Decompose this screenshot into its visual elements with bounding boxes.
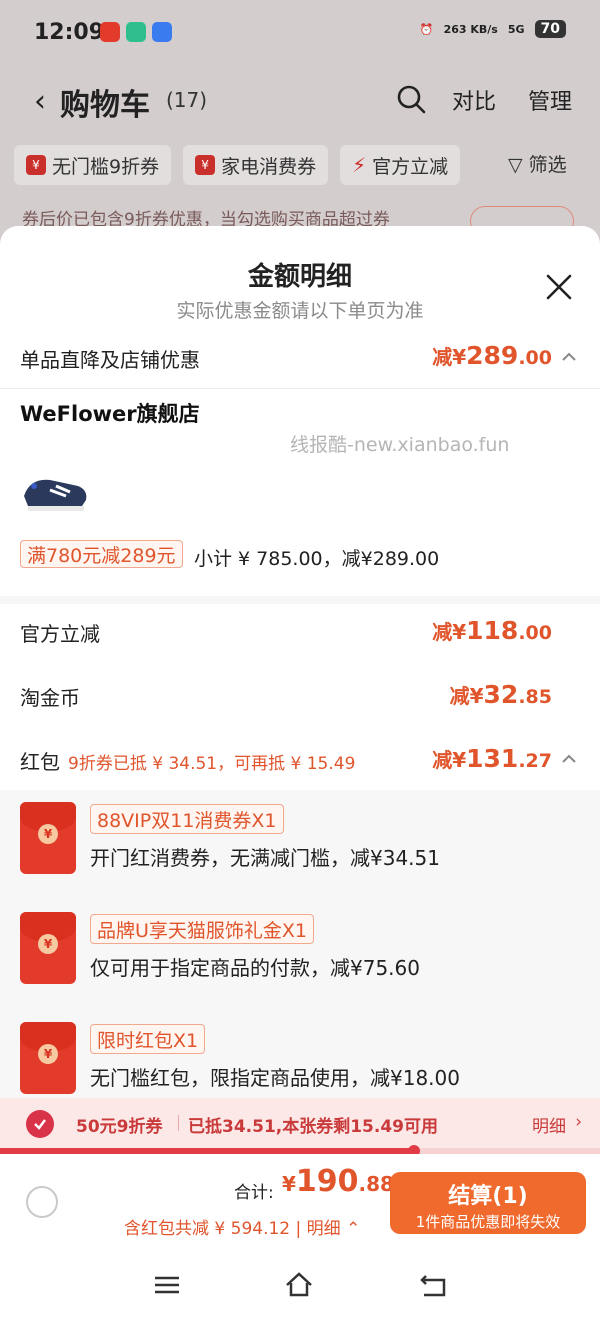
shield-app-icon [126, 22, 146, 42]
coupon-desc: 开门红消费券，无满减门槛，减¥34.51 [90, 846, 440, 870]
chevron-up-icon: ⌃ [346, 1219, 361, 1239]
chevron-right-icon: › [575, 1112, 582, 1132]
official-discount-label: 官方立减 [20, 622, 100, 646]
voucher-info: 已抵34.51,本张券剩15.49可用 [188, 1117, 439, 1137]
menu-icon[interactable] [152, 1270, 182, 1300]
chevron-up-icon[interactable] [560, 750, 578, 768]
coupon-desc: 无门槛红包，限指定商品使用，减¥18.00 [90, 1066, 460, 1090]
list-item: ¥ 88VIP双11消费券X1 开门红消费券，无满减门槛，减¥34.51 [20, 802, 580, 878]
chip-official[interactable]: ⚡ 官方立减 [340, 145, 461, 185]
red-envelope-icon: ¥ [20, 802, 76, 874]
store-promo-tag: 满780元减289元 [20, 540, 183, 568]
red-packet-list: ¥ 88VIP双11消费券X1 开门红消费券，无满减门槛，减¥34.51 ¥ 品… [0, 790, 600, 1100]
list-item: ¥ 品牌U享天猫服饰礼金X1 仅可用于指定商品的付款，减¥75.60 [20, 912, 580, 988]
store-discount-row[interactable]: 单品直降及店铺优惠 减¥289.00 [0, 341, 600, 388]
lightning-icon: ⚡ [352, 153, 367, 177]
savings-detail-link[interactable]: 含红包共减 ¥ 594.12 | 明细 ⌃ [124, 1214, 360, 1239]
status-time: 12:09 [34, 20, 105, 45]
chevron-up-icon[interactable] [560, 348, 578, 366]
system-icons: ⏰ 263 KB/s 5G 70 [420, 20, 566, 38]
list-item: ¥ 限时红包X1 无门槛红包，限指定商品使用，减¥18.00 [20, 1022, 580, 1098]
product-thumbnail[interactable] [20, 456, 92, 528]
voucher-bar[interactable]: 50元9折券 已抵34.51,本张券剩15.49可用 明细 › [0, 1098, 600, 1148]
select-all-radio[interactable] [26, 1186, 58, 1218]
store-name: WeFlower旗舰店 [20, 402, 200, 426]
coupon-tag: 88VIP双11消费券X1 [90, 804, 284, 834]
home-icon[interactable] [284, 1270, 314, 1300]
store-discount-label: 单品直降及店铺优惠 [20, 348, 200, 372]
manage-button[interactable]: 管理 [528, 84, 572, 116]
close-icon[interactable] [544, 272, 574, 302]
red-packet-row[interactable]: 红包 9折券已抵 ¥ 34.51，可再抵 ¥ 15.49 减¥131.27 [0, 744, 600, 788]
filter-icon: ▽ [508, 154, 523, 176]
voucher-name: 50元9折券 [76, 1117, 163, 1137]
back-chevron-icon[interactable]: ‹ [34, 84, 46, 119]
coupon-desc: 仅可用于指定商品的付款，减¥75.60 [90, 956, 420, 980]
search-icon[interactable] [396, 84, 426, 114]
chat-app-icon [152, 22, 172, 42]
status-bar: 12:09 ⏰ 263 KB/s 5G 70 [0, 0, 600, 66]
checkout-label: 结算(1) [448, 1184, 528, 1209]
checkout-button[interactable]: 结算(1) 1件商品优惠即将失效 [390, 1172, 586, 1234]
red-packet-label: 红包 9折券已抵 ¥ 34.51，可再抵 ¥ 15.49 [20, 750, 356, 774]
sheet-subtitle: 实际优惠金额请以下单页为准 [176, 300, 424, 322]
compare-button[interactable]: 对比 [452, 84, 496, 116]
taojin-coin-row: 淘金币 减¥32.85 [0, 680, 600, 724]
net-speed: 263 KB/s [443, 22, 498, 36]
sheet-title: 金额明细 [247, 262, 352, 292]
red-envelope-icon: ¥ [20, 912, 76, 984]
filter-chips: ¥ 无门槛9折券 ¥ 家电消费券 ⚡ 官方立减 [14, 145, 461, 185]
alarm-icon: ⏰ [419, 22, 434, 36]
check-icon[interactable] [26, 1110, 54, 1138]
netease-app-icon [100, 22, 120, 42]
red-envelope-icon: ¥ [20, 1022, 76, 1094]
coupon-icon: ¥ [26, 155, 46, 175]
total-value: ¥190.88 [282, 1164, 394, 1199]
amount-detail-sheet: 金额明细 实际优惠金额请以下单页为准 单品直降及店铺优惠 减¥289.00 We… [0, 226, 600, 1320]
signal-5g: 5G [507, 22, 525, 36]
total-label: 合计: [234, 1183, 274, 1203]
watermark: 线报酷-new.xianbao.fun [290, 434, 510, 456]
coupon-icon: ¥ [195, 155, 216, 175]
red-packet-value: 减¥131.27 [432, 744, 552, 773]
battery-level: 70 [534, 20, 566, 38]
store-subtotal: 小计 ¥ 785.00，减¥289.00 [194, 548, 440, 570]
divider [0, 388, 600, 389]
coupon-tag: 限时红包X1 [90, 1024, 206, 1054]
page-title: 购物车 [60, 88, 150, 123]
official-discount-value: 减¥118.00 [432, 616, 552, 645]
taojin-coin-label: 淘金币 [20, 686, 80, 710]
section-gap [0, 596, 600, 604]
background-page: 12:09 ⏰ 263 KB/s 5G 70 ‹ 购物车 (17) 对比 管理 … [0, 0, 600, 240]
cart-count: (17) [166, 88, 208, 112]
chip-appliance[interactable]: ¥ 家电消费券 [183, 145, 329, 185]
voucher-detail-link[interactable]: 明细 [532, 1112, 566, 1137]
chip-coupon[interactable]: ¥ 无门槛9折券 [14, 145, 172, 185]
coupon-tag: 品牌U享天猫服饰礼金X1 [90, 914, 315, 944]
separator [178, 1115, 179, 1131]
store-discount-value: 减¥289.00 [432, 341, 552, 370]
system-navigation-bar [0, 1250, 600, 1320]
taojin-coin-value: 减¥32.85 [449, 680, 552, 709]
official-discount-row: 官方立减 减¥118.00 [0, 616, 600, 660]
checkout-footer: 合计: ¥190.88 含红包共减 ¥ 594.12 | 明细 ⌃ 结算(1) … [0, 1154, 600, 1248]
back-icon[interactable] [418, 1270, 448, 1300]
filter-button[interactable]: ▽ 筛选 [508, 150, 567, 177]
red-packet-note: 9折券已抵 ¥ 34.51，可再抵 ¥ 15.49 [68, 754, 356, 774]
checkout-sub-label: 1件商品优惠即将失效 [415, 1213, 561, 1231]
cart-navbar: ‹ 购物车 (17) 对比 管理 [0, 76, 600, 124]
